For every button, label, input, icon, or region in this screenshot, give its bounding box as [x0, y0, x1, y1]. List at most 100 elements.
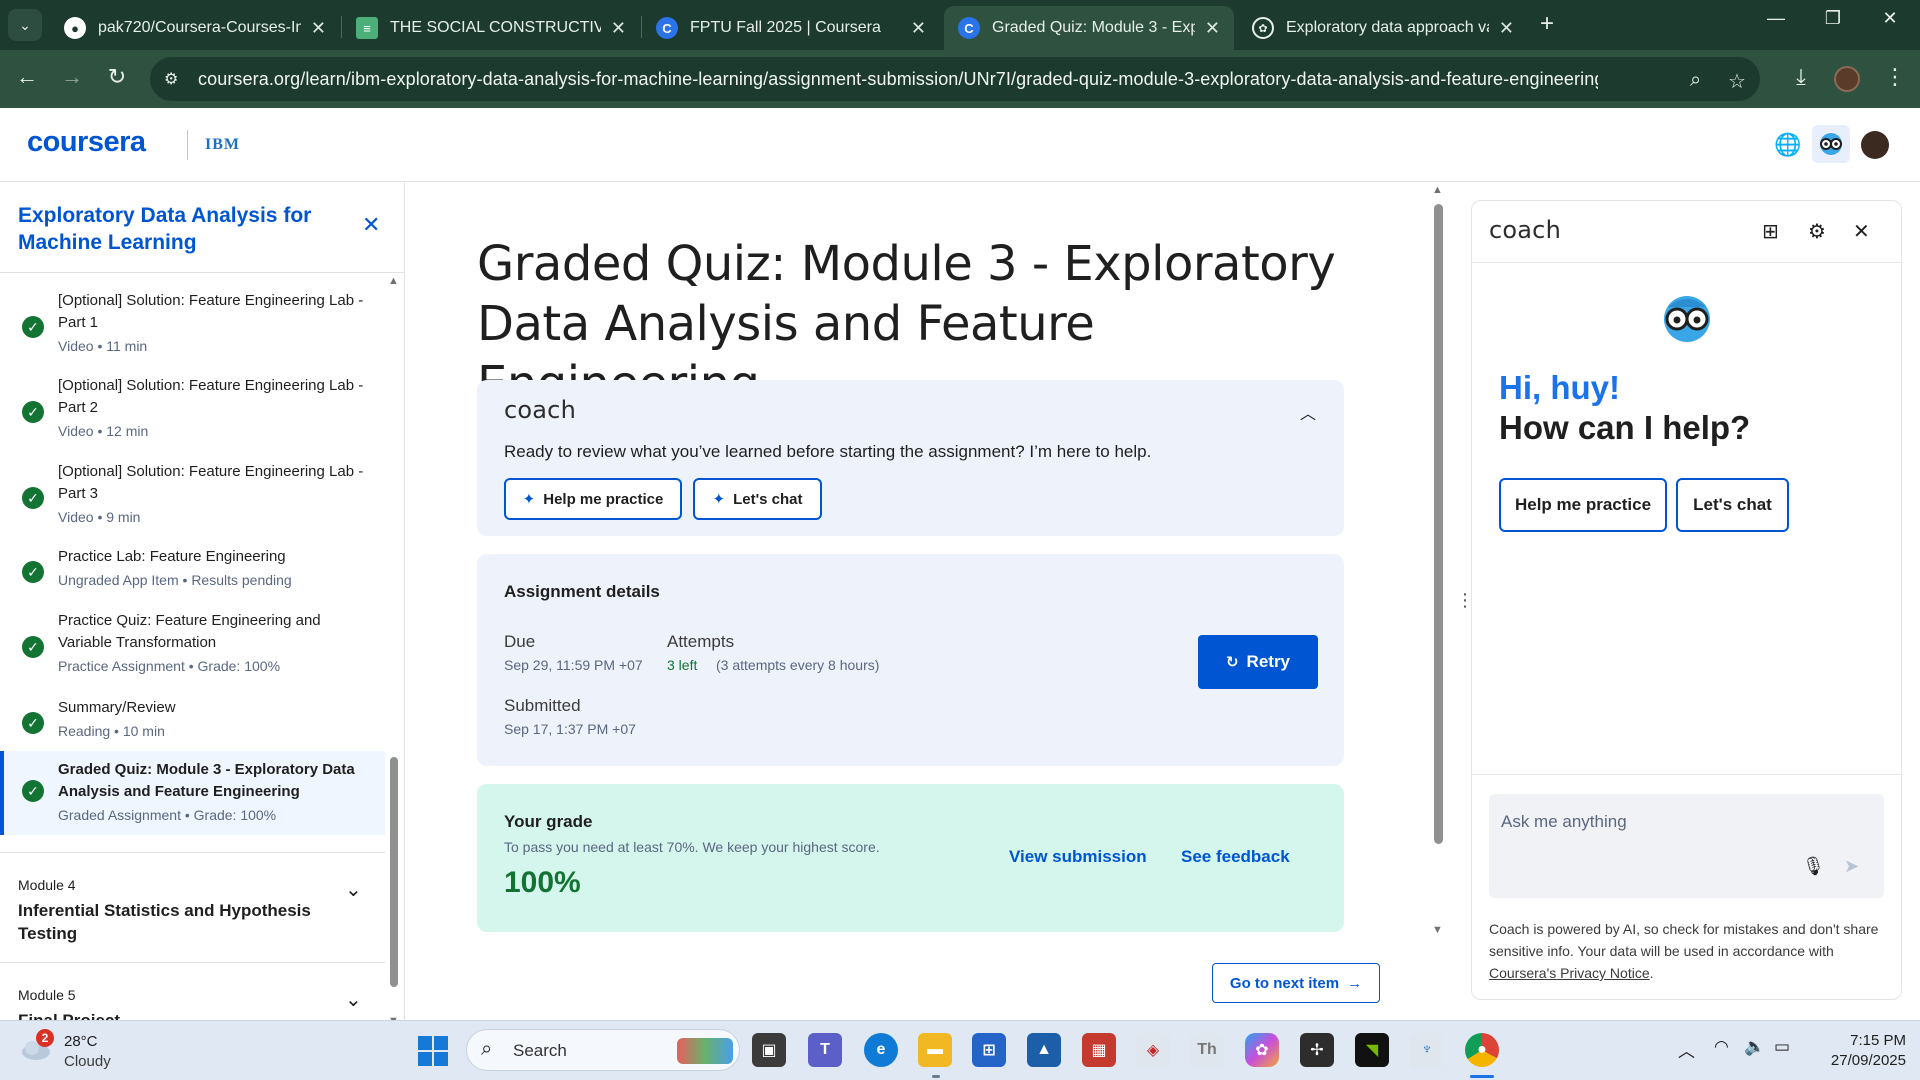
sidebar-item[interactable]: ✓ [Optional] Solution: Feature Engineeri… [0, 290, 385, 372]
main-scrollbar[interactable]: ▲ ▼ [1430, 182, 1446, 942]
browser-tab[interactable]: ≡ THE SOCIAL CONSTRUCTIVE LE ✕ [342, 6, 640, 50]
sidebar-scrollbar[interactable]: ▲ ▼ [388, 275, 400, 1020]
browser-tab[interactable]: C FPTU Fall 2025 | Coursera ✕ [642, 6, 940, 50]
browser-tab[interactable]: ✿ Exploratory data approach valid ✕ [1238, 6, 1528, 50]
gear-icon[interactable]: ⚙ [1808, 219, 1826, 244]
coursera-logo[interactable]: coursera [27, 126, 146, 159]
browser-tab[interactable]: ● pak720/Coursera-Courses-Intro ✕ [50, 6, 340, 50]
view-submission-link[interactable]: View submission [1009, 847, 1147, 867]
attempts-label: Attempts [667, 632, 735, 651]
browser-tab-active[interactable]: C Graded Quiz: Module 3 - Explor ✕ [944, 6, 1234, 50]
new-tab-button[interactable]: + [1540, 10, 1554, 38]
office-app-icon[interactable]: ▦ [1082, 1033, 1116, 1067]
retry-button[interactable]: ↻ Retry [1198, 635, 1318, 689]
bookmark-star-icon[interactable]: ☆ [1728, 69, 1746, 94]
completed-check-icon: ✓ [22, 487, 44, 509]
close-tab-icon[interactable]: ✕ [611, 18, 626, 39]
module-section-4[interactable]: Module 4 Inferential Statistics and Hypo… [0, 852, 385, 962]
close-tab-icon[interactable]: ✕ [911, 18, 926, 39]
scrollbar-thumb[interactable] [1434, 204, 1443, 844]
module-section-5[interactable]: Module 5 Final Project ⌄ [0, 962, 385, 1020]
search-highlight-image [677, 1038, 733, 1064]
microphone-icon[interactable]: 🎙 [1802, 856, 1825, 877]
microsoft-store-icon[interactable]: ⊞ [972, 1033, 1006, 1067]
restore-button[interactable]: ❐ [1813, 8, 1853, 29]
close-tab-icon[interactable]: ✕ [311, 18, 326, 39]
sidebar-item[interactable]: ✓ Practice Quiz: Feature Engineering and… [0, 610, 385, 692]
attempts-left: 3 left [667, 657, 698, 673]
browser-profile-avatar[interactable] [1834, 66, 1860, 92]
scrollbar-thumb[interactable] [390, 757, 398, 987]
help-me-practice-button[interactable]: Help me practice [1499, 478, 1667, 532]
fan-app-icon[interactable]: ✢ [1300, 1033, 1334, 1067]
photos-icon[interactable]: ▲ [1027, 1033, 1061, 1067]
button-label: Go to next item [1229, 974, 1340, 992]
go-to-next-item-button[interactable]: Go to next item → [1212, 963, 1380, 1003]
sidebar-item[interactable]: ✓ [Optional] Solution: Feature Engineeri… [0, 461, 385, 543]
chevron-up-icon[interactable]: ︿ [1300, 400, 1316, 424]
font-app-icon[interactable]: Th [1190, 1033, 1224, 1067]
scroll-up-arrow[interactable]: ▲ [388, 275, 399, 287]
battery-icon[interactable]: ▭ [1774, 1037, 1790, 1057]
coach-message-input[interactable]: Ask me anything 🎙 ➤ [1489, 794, 1884, 898]
submitted-value: Sep 17, 1:37 PM +07 [504, 721, 636, 737]
sidebar-item-meta: Video • 12 min [58, 423, 149, 439]
edge-icon[interactable]: e [864, 1033, 898, 1067]
minimize-button[interactable]: — [1756, 8, 1796, 29]
close-tab-icon[interactable]: ✕ [1205, 18, 1220, 39]
volume-icon[interactable]: 🔈 [1744, 1037, 1765, 1057]
lets-chat-button[interactable]: ✦ Let's chat [693, 478, 822, 520]
sidebar-item-current[interactable]: ✓ Graded Quiz: Module 3 - Exploratory Da… [0, 751, 385, 835]
scroll-up-arrow[interactable]: ▲ [1432, 184, 1443, 196]
zoom-search-icon[interactable]: ⌕ [1690, 69, 1701, 92]
user-avatar[interactable] [1861, 131, 1889, 159]
privacy-notice-link[interactable]: Coursera's Privacy Notice [1489, 965, 1650, 981]
sidebar-item[interactable]: ✓ [Optional] Solution: Feature Engineeri… [0, 375, 385, 457]
see-feedback-link[interactable]: See feedback [1181, 847, 1290, 867]
tooth-app-icon[interactable]: ♆ [1410, 1033, 1444, 1067]
show-hidden-icons-chevron-icon[interactable]: ︿ [1678, 1037, 1695, 1062]
back-button[interactable]: ← [12, 64, 42, 90]
browser-menu-icon[interactable]: ⋮ [1884, 64, 1906, 90]
main-content: Graded Quiz: Module 3 - Exploratory Data… [406, 182, 1438, 1020]
site-settings-icon[interactable]: ⚙ [164, 69, 186, 89]
language-globe-icon[interactable]: 🌐 [1774, 132, 1801, 158]
task-view-icon[interactable]: ▣ [752, 1033, 786, 1067]
sidebar-item[interactable]: ✓ Practice Lab: Feature Engineering Ungr… [0, 546, 385, 610]
close-sidebar-icon[interactable]: ✕ [362, 212, 380, 238]
close-window-button[interactable]: ✕ [1870, 8, 1910, 29]
send-icon[interactable]: ➤ [1844, 856, 1859, 877]
teams-icon[interactable]: T [808, 1033, 842, 1067]
close-tab-icon[interactable]: ✕ [1499, 18, 1514, 39]
coach-toggle-button[interactable] [1812, 125, 1850, 163]
chevron-down-icon[interactable]: ⌄ [345, 877, 362, 902]
openai-icon: ✿ [1252, 17, 1274, 39]
coach-brand: coach [1489, 216, 1561, 244]
download-icon[interactable]: ⤓ [1786, 64, 1816, 90]
file-explorer-icon[interactable]: ▬ [918, 1033, 952, 1067]
system-clock[interactable]: 7:15 PM 27/09/2025 [1814, 1031, 1906, 1071]
windows-start-button[interactable] [418, 1036, 448, 1066]
scroll-down-arrow[interactable]: ▼ [1432, 924, 1443, 936]
address-bar[interactable]: ⚙ coursera.org/learn/ibm-exploratory-dat… [150, 57, 1760, 101]
new-chat-icon[interactable]: ⊞ [1762, 219, 1779, 244]
tab-search-button[interactable]: ⌄ [8, 9, 42, 41]
red-app-icon[interactable]: ◈ [1136, 1033, 1170, 1067]
help-me-practice-button[interactable]: ✦ Help me practice [504, 478, 682, 520]
module-label: Module 4 [18, 877, 76, 893]
course-title[interactable]: Exploratory Data Analysis for Machine Le… [18, 202, 318, 256]
lets-chat-button[interactable]: Let's chat [1676, 478, 1789, 532]
forward-button[interactable]: → [57, 64, 87, 90]
close-icon[interactable]: ✕ [1853, 219, 1870, 244]
panel-resize-handle[interactable]: ⋮ [1456, 590, 1474, 611]
taskbar-search[interactable]: ⌕ Search [466, 1029, 740, 1071]
wifi-icon[interactable]: ◠ [1714, 1037, 1729, 1057]
reload-button[interactable]: ↻ [102, 64, 132, 90]
chrome-icon[interactable]: ● [1465, 1033, 1499, 1067]
nvidia-icon[interactable]: ◥ [1355, 1033, 1389, 1067]
button-label: Retry [1246, 652, 1291, 671]
due-label: Due [504, 632, 536, 651]
chevron-down-icon[interactable]: ⌄ [345, 987, 362, 1012]
copilot-icon[interactable]: ✿ [1245, 1033, 1279, 1067]
completed-check-icon: ✓ [22, 780, 44, 802]
